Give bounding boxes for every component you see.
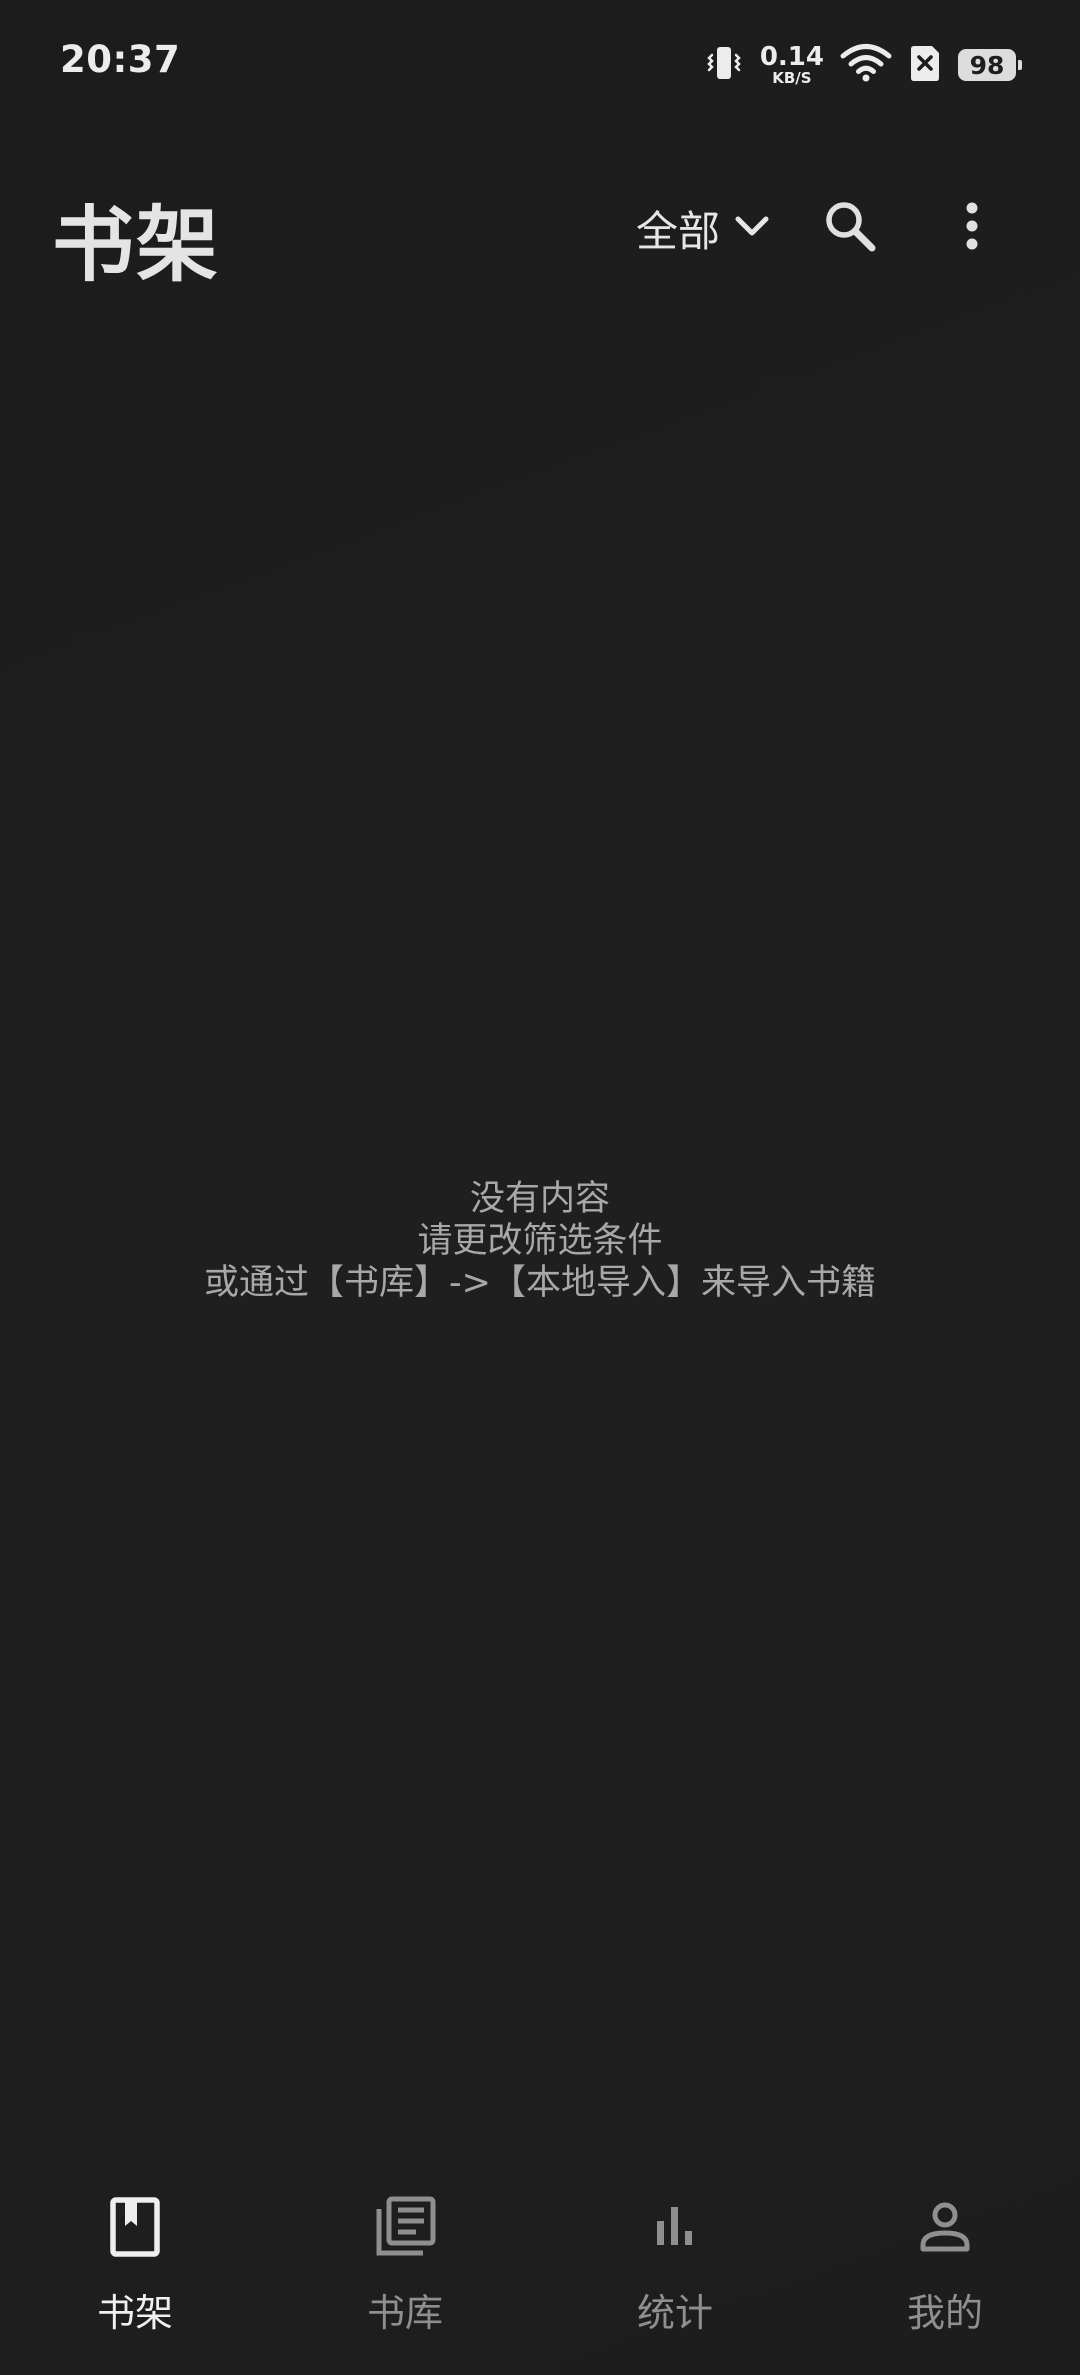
bar-chart-icon: [640, 2192, 710, 2262]
library-icon: [370, 2192, 440, 2262]
app-bar: 书架 全部: [0, 170, 1080, 293]
filter-label: 全部: [636, 206, 721, 256]
more-options-button[interactable]: [936, 192, 1008, 264]
sim-off-icon: [908, 43, 942, 87]
empty-state-import-hint: 或通过【书库】->【本地导入】来导入书籍: [204, 1263, 876, 1303]
nav-item-profile[interactable]: 我的: [810, 2160, 1080, 2375]
nav-item-bookshelf[interactable]: 书架: [0, 2160, 270, 2375]
status-time: 20:37: [60, 38, 181, 81]
nav-label-profile: 我的: [906, 2291, 983, 2335]
search-button[interactable]: [814, 192, 886, 264]
bottom-nav: 书架 书库 统计 我的: [0, 2160, 1080, 2375]
nav-item-library[interactable]: 书库: [270, 2160, 540, 2375]
status-icons: 0.14 KB/S 98: [704, 40, 1022, 90]
vibrate-icon: [704, 43, 744, 87]
search-icon: [820, 196, 880, 260]
empty-state-message: 没有内容 请更改筛选条件 或通过【书库】->【本地导入】来导入书籍: [0, 1178, 1080, 1304]
status-bar: 20:37 0.14 KB/S 98: [0, 0, 1080, 130]
nav-item-statistics[interactable]: 统计: [540, 2160, 810, 2375]
empty-state-title: 没有内容: [469, 1179, 610, 1219]
network-speed-value: 0.14: [759, 42, 824, 72]
wifi-icon: [840, 43, 892, 87]
nav-label-library: 书库: [366, 2291, 443, 2335]
nav-label-statistics: 统计: [636, 2291, 713, 2335]
page-title: 书架: [52, 198, 221, 293]
empty-state-hint: 请更改筛选条件: [417, 1221, 663, 1261]
chevron-down-icon: [732, 206, 772, 250]
bookshelf-icon: [100, 2192, 170, 2262]
more-vert-icon: [962, 196, 982, 260]
person-icon: [910, 2192, 980, 2262]
filter-dropdown[interactable]: 全部: [636, 198, 772, 258]
battery-level: 98: [969, 50, 1005, 80]
network-speed: 0.14 KB/S: [760, 44, 824, 86]
network-speed-unit: KB/S: [772, 69, 812, 87]
battery-icon: 98: [958, 49, 1022, 81]
nav-label-bookshelf: 书架: [96, 2291, 173, 2335]
